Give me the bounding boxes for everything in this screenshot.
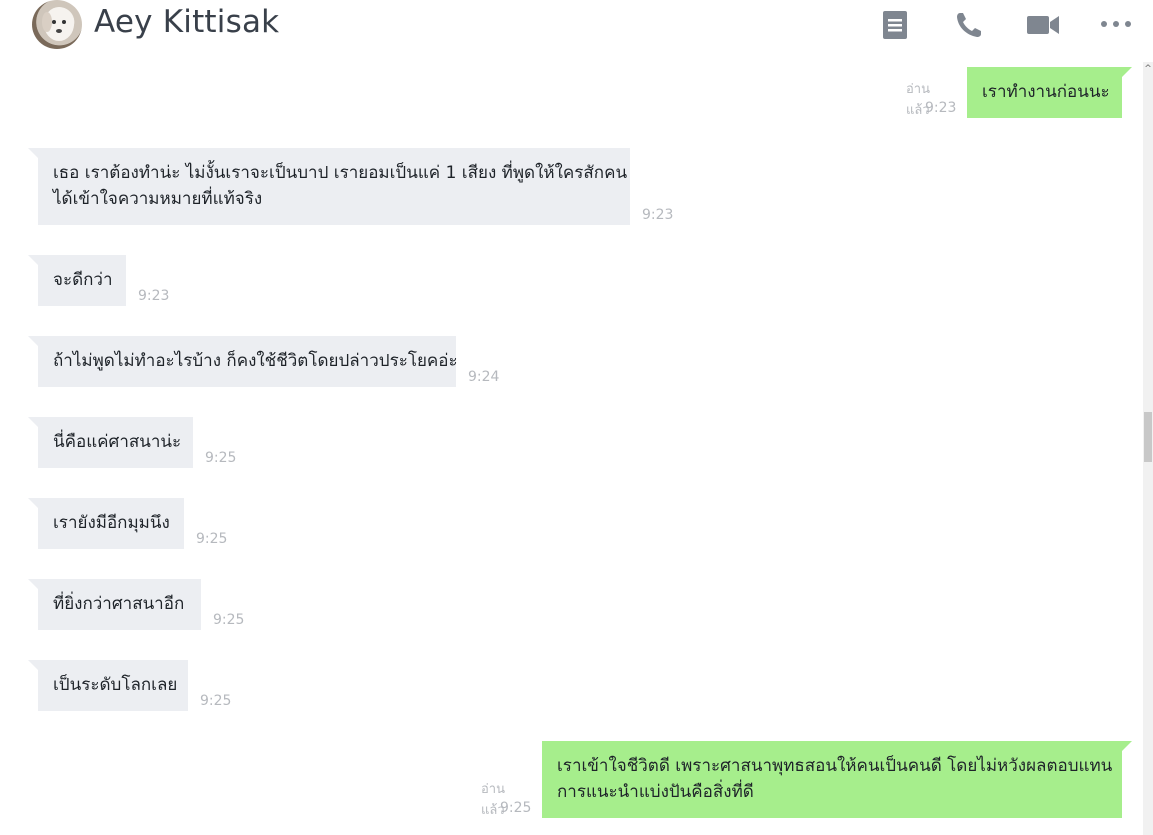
message-text: เรายังมีอีกมุมนึง (53, 513, 170, 533)
phone-icon[interactable] (954, 10, 988, 40)
message-time: 9:25 (500, 800, 532, 816)
bubble-tail (28, 660, 38, 670)
message-bubble[interactable]: ถ้าไม่พูดไม่ทำอะไรบ้าง ก็คงใช้ชีวิตโดยปล… (38, 336, 458, 387)
message-text: เราทำงานก่อนนะ (982, 82, 1110, 102)
message-bubble[interactable]: นี่คือแค่ศาสนาน่ะ (38, 417, 193, 468)
contact-avatar[interactable] (32, 0, 82, 49)
message-bubble[interactable]: ที่ยิ่งกว่าศาสนาอีก (38, 579, 201, 630)
contact-name: Aey Kittisak (94, 4, 280, 40)
bubble-tail (28, 417, 38, 427)
message-time: 9:23 (138, 288, 170, 304)
message-text: จะดีกว่า (53, 270, 113, 290)
bubble-tail (28, 579, 38, 589)
message-bubble[interactable]: เราทำงานก่อนนะ (967, 67, 1122, 118)
message-list: เราทำงานก่อนนะ อ่านแล้ว 9:23 เธอ เราต้อง… (0, 62, 1143, 835)
message-time: 9:23 (925, 100, 957, 116)
chat-scrollbar[interactable]: ^ (1143, 62, 1153, 835)
message-text: เธอ เราต้องทำน่ะ ไม่งั้นเราจะเป็นบาป เรา… (53, 163, 628, 183)
more-icon[interactable] (1100, 10, 1134, 40)
chat-header: Aey Kittisak (0, 0, 1153, 62)
notes-icon[interactable] (880, 10, 914, 40)
message-text: เป็นระดับโลกเลย (53, 675, 178, 695)
bubble-tail (28, 148, 38, 158)
message-text: ได้เข้าใจความหมายที่แท้จริง (53, 189, 263, 209)
message-time: 9:25 (213, 612, 245, 628)
bubble-tail (28, 255, 38, 265)
message-text: ที่ยิ่งกว่าศาสนาอีก (53, 594, 185, 614)
message-text: ถ้าไม่พูดไม่ทำอะไรบ้าง ก็คงใช้ชีวิตโดยปล… (53, 351, 458, 371)
bubble-tail (1122, 67, 1132, 77)
message-bubble[interactable]: เธอ เราต้องทำน่ะ ไม่งั้นเราจะเป็นบาป เรา… (38, 148, 630, 225)
scroll-up-arrow-icon[interactable]: ^ (1143, 64, 1153, 74)
video-icon[interactable] (1026, 10, 1060, 40)
message-time: 9:25 (205, 450, 237, 466)
message-bubble[interactable]: จะดีกว่า (38, 255, 126, 306)
bubble-tail (28, 498, 38, 508)
message-bubble[interactable]: เป็นระดับโลกเลย (38, 660, 188, 711)
message-time: 9:25 (196, 531, 228, 547)
message-text: นี่คือแค่ศาสนาน่ะ (53, 432, 182, 452)
message-time: 9:23 (642, 207, 674, 223)
message-text: การแนะนำแบ่งปันคือสิ่งที่ดี (557, 782, 754, 802)
message-bubble[interactable]: เรายังมีอีกมุมนึง (38, 498, 184, 549)
message-text: เราเข้าใจชีวิตดี เพราะศาสนาพุทธสอนให้คนเ… (557, 756, 1113, 776)
bubble-tail (1122, 741, 1132, 751)
message-bubble[interactable]: เราเข้าใจชีวิตดี เพราะศาสนาพุทธสอนให้คนเ… (542, 741, 1122, 818)
scroll-thumb[interactable] (1144, 412, 1152, 462)
bubble-tail (28, 336, 38, 346)
message-time: 9:24 (468, 369, 500, 385)
message-time: 9:25 (200, 693, 232, 709)
